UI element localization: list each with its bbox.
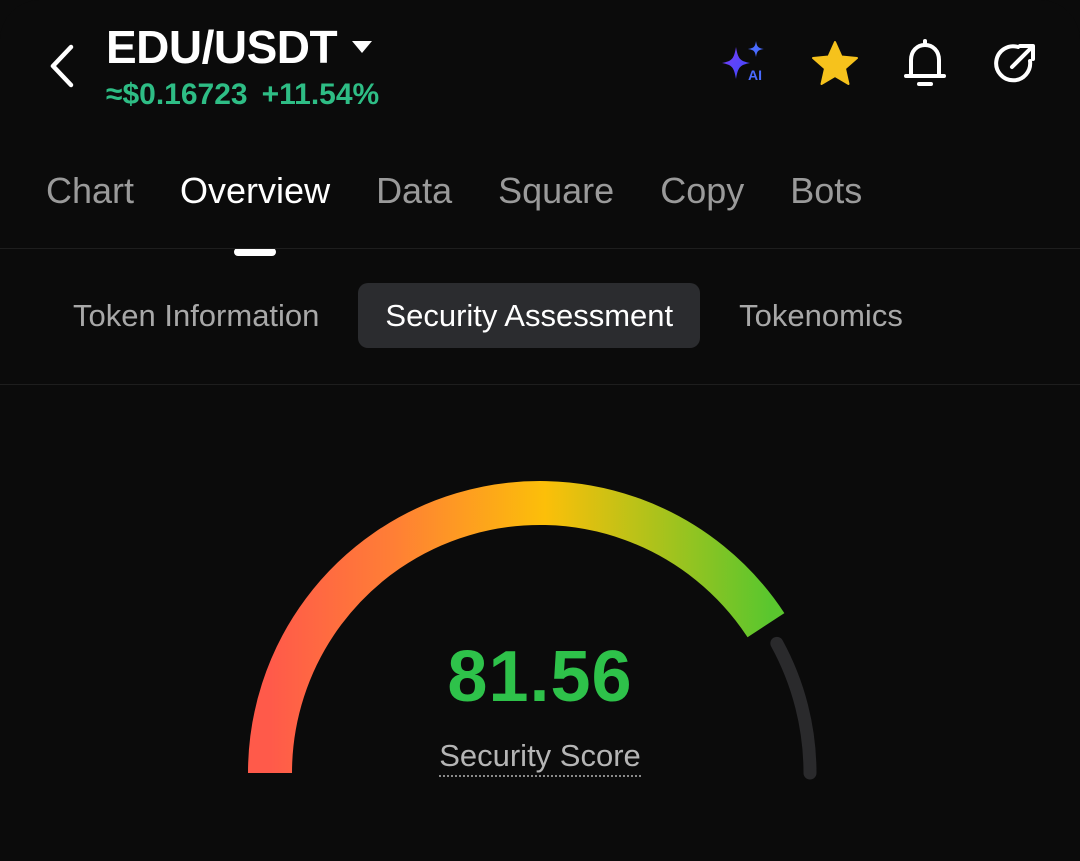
- screen: EDU/USDT ≈$0.16723 +11.54% AI Chart Over…: [0, 0, 1080, 861]
- security-score-label[interactable]: Security Score: [439, 738, 641, 777]
- security-score-label-wrap: Security Score: [0, 738, 1080, 777]
- security-gauge: [248, 481, 817, 780]
- security-score-value: 81.56: [447, 637, 633, 717]
